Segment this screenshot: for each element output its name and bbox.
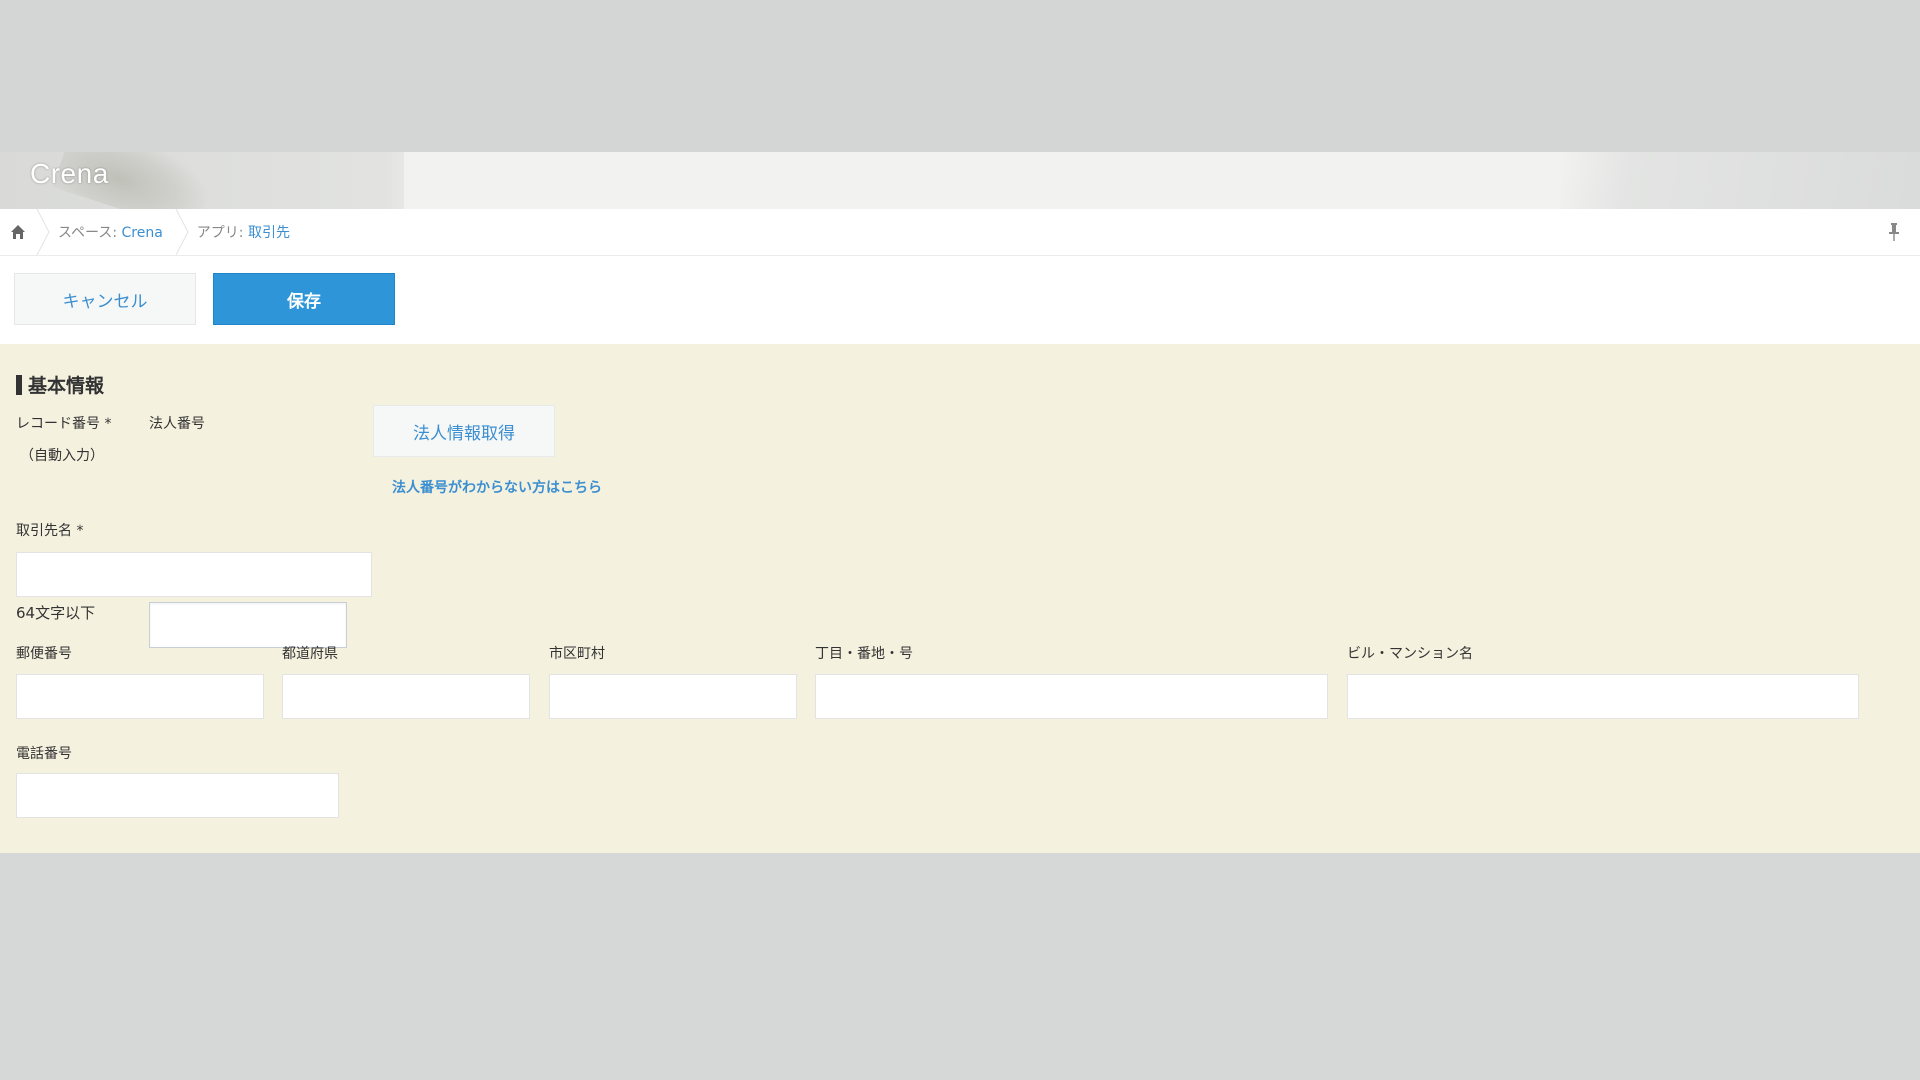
phone-label: 電話番号 [16, 746, 72, 762]
section-title: 基本情報 [16, 371, 104, 398]
corp-info-button[interactable]: 法人情報取得 [373, 405, 555, 457]
company-name-input[interactable] [16, 552, 372, 597]
breadcrumb-separator [175, 209, 189, 255]
record-number-value: （自動入力） [20, 448, 104, 464]
breadcrumb: スペース: Crena アプリ: 取引先 [0, 209, 1920, 256]
home-icon [11, 225, 25, 239]
header-banner: Crena [0, 152, 1920, 209]
breadcrumb-space-name[interactable]: Crena [122, 225, 163, 241]
record-number-label-text: レコード番号 [16, 416, 100, 432]
postal-code-label: 郵便番号 [16, 646, 72, 662]
required-mark: * [76, 523, 84, 539]
record-number-label: レコード番号 * [16, 413, 111, 433]
city-input[interactable] [549, 674, 797, 719]
company-name-hint: 64文字以下 [16, 604, 96, 622]
pin-icon[interactable] [1886, 222, 1902, 242]
section-title-text: 基本情報 [28, 375, 105, 397]
building-input[interactable] [1347, 674, 1859, 719]
prefecture-input[interactable] [282, 674, 530, 719]
corp-number-input[interactable] [149, 602, 347, 648]
letterbox-top [0, 0, 1920, 152]
street-input[interactable] [815, 674, 1328, 719]
breadcrumb-space-prefix: スペース: [58, 225, 122, 241]
save-button[interactable]: 保存 [213, 273, 395, 325]
banner-panel [404, 152, 1564, 209]
breadcrumb-app-prefix: アプリ: [196, 225, 248, 241]
breadcrumb-app[interactable]: アプリ: 取引先 [189, 222, 302, 242]
banner-panel-right [1560, 152, 1920, 209]
cancel-button[interactable]: キャンセル [14, 273, 196, 325]
space-logo: Crena [30, 158, 109, 189]
street-label: 丁目・番地・号 [815, 646, 913, 662]
breadcrumb-separator [36, 209, 50, 255]
app-window: Crena スペース: Crena アプリ: 取引先 キャンセル 保存 基本情報… [0, 152, 1920, 853]
postal-code-input[interactable] [16, 674, 264, 719]
company-name-label-text: 取引先名 [16, 523, 72, 539]
city-label: 市区町村 [549, 646, 605, 662]
breadcrumb-space[interactable]: スペース: Crena [50, 222, 175, 242]
letterbox-bottom [0, 853, 1920, 1080]
phone-input[interactable] [16, 773, 339, 818]
breadcrumb-home[interactable] [0, 209, 36, 255]
prefecture-label: 都道府県 [282, 646, 338, 662]
corp-number-label: 法人番号 [149, 416, 205, 432]
required-mark: * [104, 416, 112, 432]
building-label: ビル・マンション名 [1347, 646, 1473, 662]
breadcrumb-app-name[interactable]: 取引先 [248, 225, 290, 241]
company-name-label: 取引先名 * [16, 520, 83, 540]
corp-number-help-link[interactable]: 法人番号がわからない方はこちら [392, 477, 602, 497]
section-title-bar [16, 374, 22, 395]
